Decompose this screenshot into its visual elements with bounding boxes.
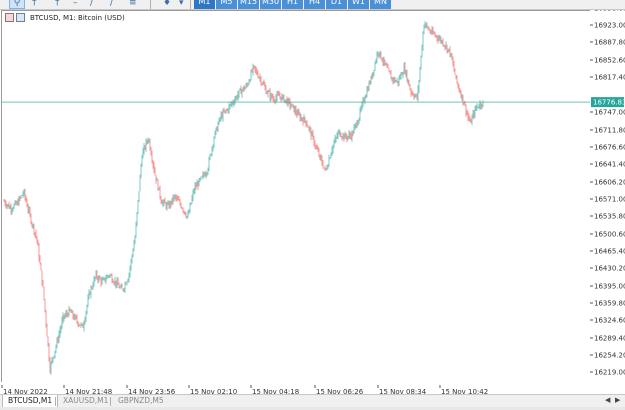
chart-title: BTCUSD, M1: Bitcoin (USD) <box>5 13 125 22</box>
chart-title-text: BTCUSD, M1: Bitcoin (USD) <box>30 13 125 22</box>
chart-window-icon <box>5 13 14 22</box>
crosshair-icon[interactable]: † <box>32 0 37 8</box>
price-tick-label: 16641.40 <box>594 161 625 169</box>
price-tick-label: 16606.20 <box>594 179 625 187</box>
trendline-icon[interactable]: ∕ <box>90 0 93 8</box>
price-tick-label: 16465.40 <box>594 248 625 256</box>
price-tick-label: 16747.00 <box>594 109 625 117</box>
timeframe-buttons: M1 M5 M15 M30 H1 H4 D1 W1 MN <box>194 0 392 9</box>
price-tick-label: 16359.80 <box>594 300 625 308</box>
price-tick-label: 16817.40 <box>594 74 625 82</box>
chart-symbol-icon <box>16 13 25 22</box>
timeframe-h4-button[interactable]: H4 <box>304 0 325 9</box>
price-tick-label: 16711.80 <box>594 127 625 135</box>
chart-tabs: BTCUSD,M1 XAUUSD,M1 GBPNZD,M5 ◀ ▶ <box>0 394 625 408</box>
price-tick-label: 16254.20 <box>594 352 625 360</box>
timeframe-d1-button[interactable]: D1 <box>326 0 347 9</box>
timeframe-m1-button[interactable]: M1 <box>194 0 215 9</box>
timeframe-m5-button[interactable]: M5 <box>216 0 237 9</box>
horizontal-line-icon[interactable]: – <box>73 0 78 8</box>
price-tick-label: 16958.00 <box>594 10 625 13</box>
price-tick-label: 16395.00 <box>594 283 625 291</box>
price-tick-label: 16289.40 <box>594 335 625 343</box>
price-tick-label: 16887.80 <box>594 39 625 47</box>
price-tick-label: 16500.60 <box>594 231 625 239</box>
timeframe-w1-button[interactable]: W1 <box>348 0 369 9</box>
candlestick-chart[interactable] <box>2 11 590 382</box>
timeframe-m30-button[interactable]: M30 <box>260 0 281 9</box>
tab-scroll-left-icon[interactable]: ◀ <box>605 396 610 404</box>
chevron-down-icon[interactable]: ▾ <box>179 0 184 8</box>
candles <box>3 21 484 376</box>
timeframe-h1-button[interactable]: H1 <box>282 0 303 9</box>
chart-area[interactable] <box>1 10 591 383</box>
timeframe-mn-button[interactable]: MN <box>370 0 391 9</box>
price-tick-label: 16571.00 <box>594 196 625 204</box>
fibonacci-icon[interactable]: ≡ <box>129 0 137 8</box>
price-tick-label: 16430.20 <box>594 265 625 273</box>
price-tick-label: 16852.60 <box>594 57 625 65</box>
toolbar: ⚲ † † – ∕ ∕ ≡ ♦ ▾ M1 M5 M15 M30 H1 H4 D1 W1 MN <box>0 0 625 10</box>
price-scale[interactable]: 16958.00 16923.00 16887.80 16852.60 16817.40… <box>590 5 625 394</box>
current-price-label: 16776.83 <box>593 99 625 107</box>
timeframe-m15-button[interactable]: M15 <box>238 0 259 9</box>
price-tick-label: 16324.60 <box>594 317 625 325</box>
tab-scroll-right-icon[interactable]: ▶ <box>615 396 620 404</box>
price-tick-label: 16219.00 <box>594 369 625 377</box>
price-tick-label: 16676.60 <box>594 144 625 152</box>
objects-icon[interactable]: ♦ <box>163 0 171 8</box>
price-tick-label: 16923.00 <box>594 22 625 30</box>
time-scale[interactable]: 14 Nov 2022 14 Nov 21:48 14 Nov 23:56 15 No… <box>0 382 625 396</box>
zoom-icon[interactable]: ⚲ <box>9 0 25 9</box>
tab-gbpnzd-m5[interactable]: GBPNZD,M5 <box>113 395 169 407</box>
vertical-line-icon[interactable]: † <box>55 0 60 8</box>
price-tick-label: 16535.80 <box>594 213 625 221</box>
tab-xauusd-m1[interactable]: XAUUSD,M1 <box>58 395 113 407</box>
channel-icon[interactable]: ∕ <box>110 0 113 8</box>
